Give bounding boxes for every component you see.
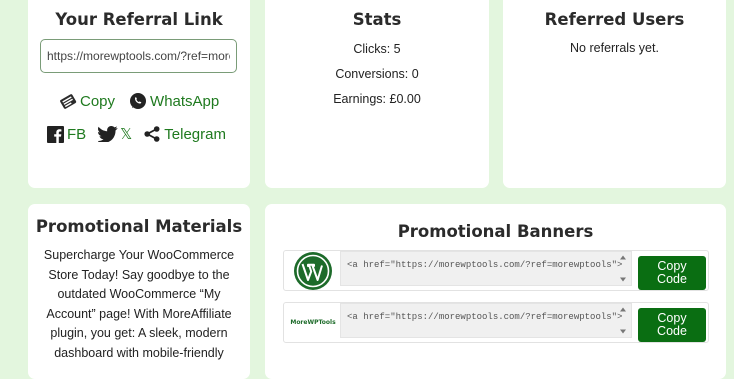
whatsapp-share-button[interactable]: WhatsApp xyxy=(129,92,219,110)
code-scrollbar[interactable] xyxy=(616,251,630,286)
copy-code-button[interactable]: Copy Code xyxy=(638,256,706,290)
scroll-down-icon[interactable] xyxy=(620,329,626,334)
banner-row: <a href="https://morewptools.com/?ref=mo… xyxy=(283,250,709,291)
copy-label: Copy xyxy=(80,92,116,110)
clicks-stat: Clicks: 5 xyxy=(353,42,401,56)
referred-users-card: Referred Users No referrals yet. xyxy=(503,0,726,188)
copy-link-button[interactable]: Copy xyxy=(58,92,115,110)
whatsapp-label: WhatsApp xyxy=(150,92,220,110)
morewptools-logo: MoreWPTools xyxy=(287,303,339,342)
x-label: 𝕏 xyxy=(120,125,133,143)
promo-text: Supercharge Your WooCommerce Store Today… xyxy=(43,248,235,360)
no-referrals-text: No referrals yet. xyxy=(570,41,659,55)
stats-card: Stats Clicks: 5 Conversions: 0 Earnings:… xyxy=(265,0,489,188)
copy-code-button[interactable]: Copy Code xyxy=(638,308,706,342)
telegram-label: Telegram xyxy=(164,125,226,143)
scroll-down-icon[interactable] xyxy=(620,277,626,282)
whatsapp-icon xyxy=(129,92,147,110)
telegram-share-button[interactable]: Telegram xyxy=(144,126,226,143)
banner-code-textarea[interactable]: <a href="https://morewptools.com/?ref=mo… xyxy=(340,251,632,286)
promo-banners-title: Promotional Banners xyxy=(397,222,594,241)
morewptools-logo-text: MoreWPTools xyxy=(290,319,336,326)
referral-link-input[interactable] xyxy=(40,39,237,73)
scroll-up-icon[interactable] xyxy=(620,307,626,312)
twitter-icon xyxy=(98,126,118,142)
promo-materials-card: Promotional Materials Supercharge Your W… xyxy=(28,204,250,379)
facebook-label: FB xyxy=(67,125,87,143)
conversions-stat: Conversions: 0 xyxy=(335,67,419,81)
code-scrollbar[interactable] xyxy=(616,303,630,338)
referral-card: Your Referral Link Copy xyxy=(28,0,250,188)
referred-users-title: Referred Users xyxy=(544,10,685,29)
share-row-2: FB 𝕏 Telegram xyxy=(47,125,226,143)
wordpress-logo-icon xyxy=(287,251,339,290)
share-row-1: Copy WhatsApp xyxy=(58,92,219,110)
facebook-share-button[interactable]: FB xyxy=(47,125,87,143)
share-icon xyxy=(144,126,160,142)
x-share-button[interactable]: 𝕏 xyxy=(98,125,132,143)
scroll-up-icon[interactable] xyxy=(620,255,626,260)
banner-row: MoreWPTools <a href="https://morewptools… xyxy=(283,302,709,343)
stats-title: Stats xyxy=(352,10,402,29)
promo-banners-card: Promotional Banners <a href="https://mor… xyxy=(265,204,726,379)
earnings-stat: Earnings: £0.00 xyxy=(333,92,421,106)
facebook-icon xyxy=(47,125,64,143)
copy-icon xyxy=(58,92,80,110)
promo-materials-title: Promotional Materials xyxy=(35,217,243,236)
banner-code-textarea[interactable]: <a href="https://morewptools.com/?ref=mo… xyxy=(340,303,632,338)
referral-title: Your Referral Link xyxy=(55,10,223,29)
